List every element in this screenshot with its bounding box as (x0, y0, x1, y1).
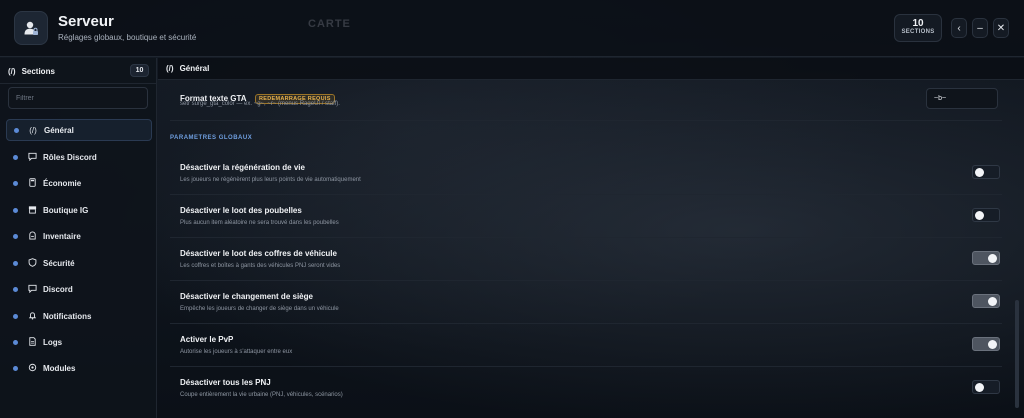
app-subtitle: Réglages globaux, boutique et sécurité (58, 33, 197, 42)
sidebar-item-label: Économie (43, 178, 82, 188)
sidebar-item-economie[interactable]: Économie (6, 172, 152, 194)
shield-icon (26, 257, 38, 269)
status-dot (13, 233, 18, 239)
backpack-icon (26, 231, 38, 242)
filter-input[interactable] (8, 87, 148, 109)
document-icon (26, 336, 38, 348)
status-dot (13, 339, 18, 345)
status-dot (13, 286, 18, 292)
sidebar-item-label: Sécurité (43, 258, 75, 268)
modules-icon (26, 363, 38, 374)
app-title: Serveur (58, 13, 114, 30)
sidebar-title: Sections (21, 66, 55, 76)
setting-toggle[interactable] (972, 380, 1000, 394)
chevron-left-icon: ‹ (957, 22, 961, 34)
setting-title: Désactiver le changement de siège (180, 292, 313, 301)
status-dot (13, 154, 18, 160)
setting-toggle[interactable] (972, 251, 1000, 265)
bell-icon (26, 311, 38, 322)
close-button[interactable]: ✕ (993, 18, 1009, 38)
toggle-knob (988, 340, 997, 349)
format-setting-description: setr surge_gta_color — ex. ~g~, ~r~ (men… (180, 101, 340, 107)
divider (170, 323, 1002, 324)
map-logo-watermark: CARTE (308, 18, 351, 30)
setting-description: Empêche les joueurs de changer de siège … (180, 306, 339, 312)
setting-description: Autorise les joueurs à s'attaquer entre … (180, 349, 293, 355)
status-dot (14, 127, 19, 133)
toggle-knob (975, 168, 984, 177)
status-dot (13, 365, 18, 371)
sections-count-label: SECTIONS (901, 29, 935, 35)
sidebar-item-label: Discord (43, 284, 73, 294)
divider (170, 120, 1002, 121)
toggle-knob (988, 297, 997, 306)
scrollbar-thumb[interactable] (1015, 300, 1019, 408)
divider (170, 280, 1002, 281)
toggle-knob (975, 211, 984, 220)
setting-description: Les coffres et boîtes à gants des véhicu… (180, 263, 341, 269)
setting-title: Activer le PvP (180, 335, 234, 344)
format-text-input[interactable] (926, 88, 998, 109)
sidebar-header: (/) Sections (8, 64, 55, 78)
setting-title: Désactiver le loot des coffres de véhicu… (180, 249, 337, 258)
content-header: (/) Général (158, 58, 1024, 80)
setting-title: Désactiver tous les PNJ (180, 378, 271, 387)
sidebar-count-badge: 10 (130, 64, 149, 77)
setting-description: Coupe entièrement la vie urbaine (PNJ, v… (180, 392, 343, 398)
sidebar-item-discord[interactable]: Discord (6, 278, 152, 300)
window-header: Serveur Réglages globaux, boutique et sé… (0, 0, 1024, 57)
setting-toggle[interactable] (972, 337, 1000, 351)
minimize-button[interactable]: – (972, 18, 988, 38)
sidebar-item-label: Inventaire (43, 231, 81, 241)
content-title: Général (179, 64, 210, 73)
divider (0, 83, 157, 84)
sidebar-item-label: Modules (43, 363, 76, 373)
divider (170, 366, 1002, 367)
sidebar-item-inventaire[interactable]: Inventaire (6, 225, 152, 247)
settings-panel: Format texte GTA REDEMARRAGE REQUIS setr… (158, 80, 1014, 418)
status-dot (13, 260, 18, 266)
sections-count-badge: 10 SECTIONS (894, 14, 942, 42)
setting-title: Désactiver la régénération de vie (180, 163, 305, 172)
divider (170, 194, 1002, 195)
sidebar-item-logs[interactable]: Logs (6, 331, 152, 353)
sidebar-item-label: Rôles Discord (43, 152, 97, 162)
toggle-knob (975, 383, 984, 392)
sidebar-item-modules[interactable]: Modules (6, 357, 152, 379)
setting-toggle[interactable] (972, 165, 1000, 179)
setting-description: Plus aucun item aléatoire ne sera trouvé… (180, 220, 339, 226)
divider (170, 237, 1002, 238)
sidebar-item-general[interactable]: (/) Général (6, 119, 152, 141)
close-icon: ✕ (996, 22, 1006, 34)
braces-icon: (/) (29, 125, 37, 135)
chat-icon (26, 284, 38, 295)
minus-icon: – (977, 22, 983, 34)
sections-count: 10 (912, 18, 924, 29)
setting-description: Les joueurs ne régénèrent plus leurs poi… (180, 177, 361, 183)
sidebar-item-label: Général (44, 125, 74, 135)
status-dot (13, 180, 18, 186)
calculator-icon (26, 177, 38, 189)
braces-icon: (/) (166, 64, 174, 73)
back-button[interactable]: ‹ (951, 18, 967, 38)
sidebar-item-securite[interactable]: Sécurité (6, 252, 152, 274)
status-dot (13, 207, 18, 213)
admin-user-lock-icon (14, 11, 48, 45)
setting-toggle[interactable] (972, 208, 1000, 222)
sidebar-item-label: Notifications (43, 311, 92, 321)
sidebar-item-label: Boutique IG (43, 205, 89, 215)
toggle-knob (988, 254, 997, 263)
section-label: PARAMETRES GLOBAUX (170, 135, 253, 141)
braces-icon: (/) (8, 66, 16, 76)
setting-toggle[interactable] (972, 294, 1000, 308)
chat-bubble-icon (26, 152, 38, 163)
sidebar-item-notifications[interactable]: Notifications (6, 305, 152, 327)
sidebar-item-roles-discord[interactable]: Rôles Discord (6, 146, 152, 168)
sidebar-item-label: Logs (43, 337, 63, 347)
sidebar-item-boutique-ig[interactable]: Boutique IG (6, 199, 152, 221)
shop-icon (26, 205, 38, 216)
status-dot (13, 313, 18, 319)
setting-row: Désactiver tous les PNJ Coupe entièremen… (170, 373, 1002, 416)
setting-title: Désactiver le loot des poubelles (180, 206, 302, 215)
